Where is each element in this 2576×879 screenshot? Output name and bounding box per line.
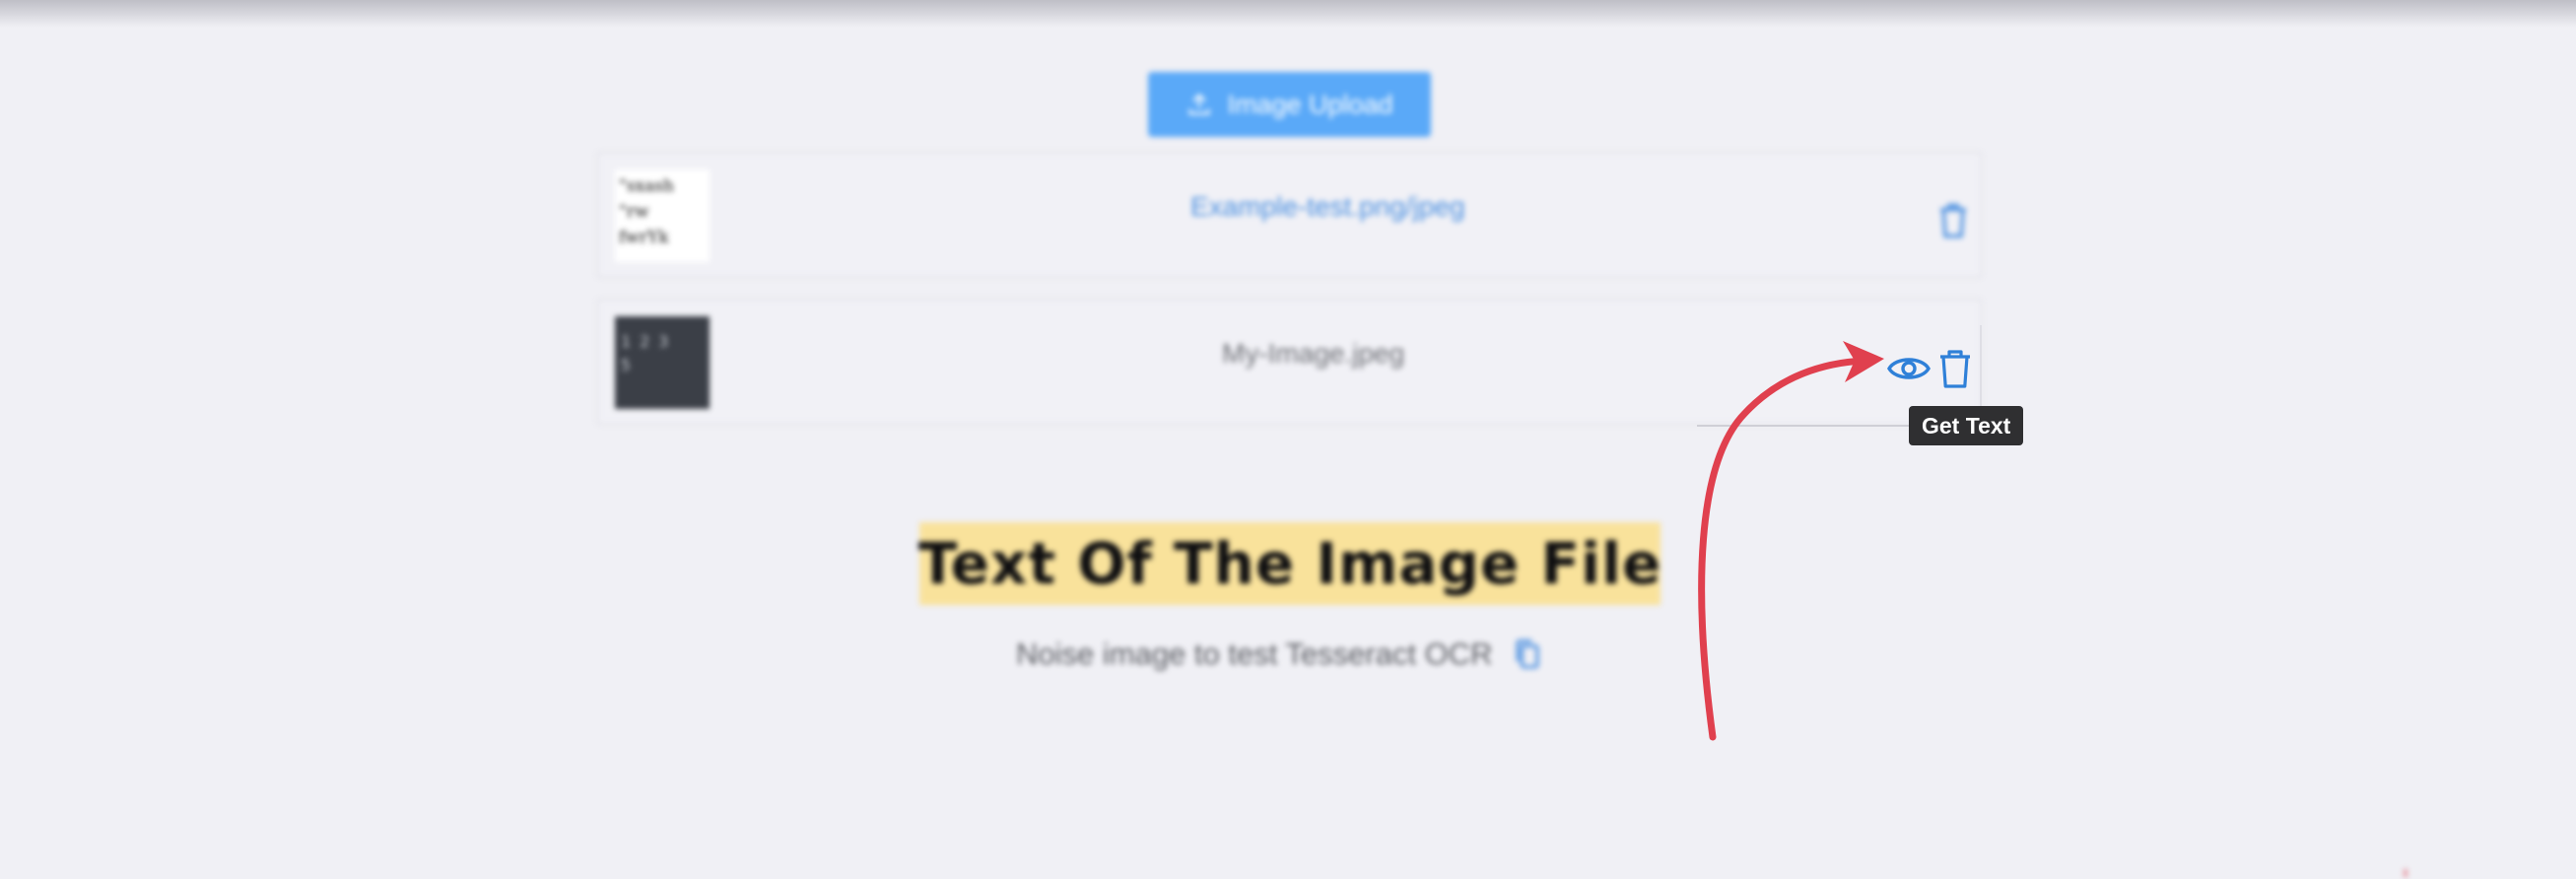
blurred-content: Image Upload "sxash "rw fwrYk Example-te… [0,0,2576,879]
get-text-tooltip: Get Text [1909,406,2024,445]
image-upload-button[interactable]: Image Upload [1148,72,1431,137]
image-upload-label: Image Upload [1227,89,1393,119]
copy-icon[interactable] [1513,638,1542,671]
tooltip-label: Get Text [1922,412,2011,439]
file-thumbnail: 1 2 3 5 [615,316,710,409]
result-heading: Text Of The Image File [917,530,1662,597]
trash-icon[interactable] [1937,348,1973,389]
upload-icon [1188,94,1210,115]
ocr-result-text: Noise image to test Tesseract OCR [1016,637,1493,671]
trash-icon[interactable] [1936,201,1970,240]
file-row-example: "sxash "rw fwrYk Example-test.png/jpeg [597,152,1982,278]
file-thumbnail: "sxash "rw fwrYk [615,169,710,262]
thumbnail-text: 1 2 3 5 [621,332,669,374]
app-stage: Image Upload "sxash "rw fwrYk Example-te… [0,0,2576,879]
file-row-my-image: 1 2 3 5 My-Image.jpeg [597,299,1982,425]
ocr-result-line: Noise image to test Tesseract OCR [1016,637,1542,672]
corner-mark [2405,869,2407,877]
file-name-link[interactable]: My-Image.jpeg [1222,293,1404,415]
eye-icon[interactable] [1886,349,1932,388]
file-name-link[interactable]: Example-test.png/jpeg [1190,146,1465,268]
thumbnail-text: "sxash "rw fwrYk [619,176,674,247]
result-heading-highlight: Text Of The Image File [917,522,1662,605]
